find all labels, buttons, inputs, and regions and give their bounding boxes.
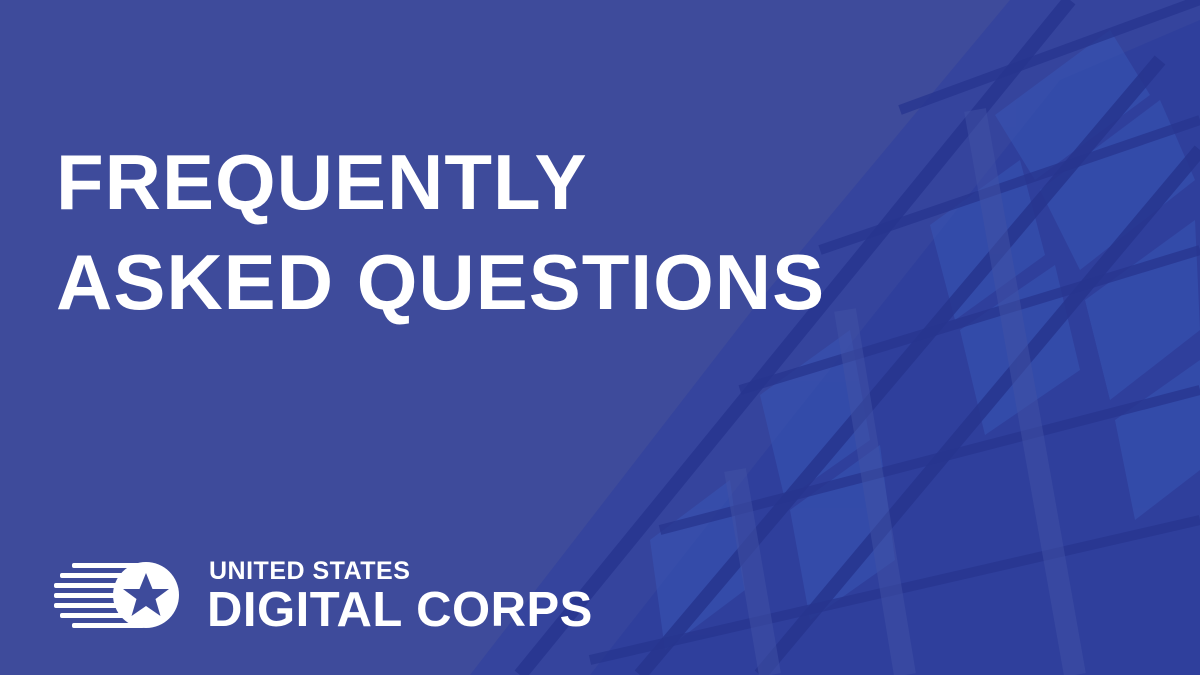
logo-text-digital-corps: DIGITAL CORPS <box>207 583 593 637</box>
star-stripes-icon <box>54 562 179 628</box>
page-title: FREQUENTLY ASKED QUESTIONS <box>56 132 825 332</box>
faq-banner: FREQUENTLY ASKED QUESTIONS UNITED STATES… <box>0 0 1200 675</box>
headline-line-1: FREQUENTLY <box>56 138 588 226</box>
usdc-logo: UNITED STATES DIGITAL CORPS <box>54 556 674 642</box>
headline-line-2: ASKED QUESTIONS <box>56 238 826 326</box>
